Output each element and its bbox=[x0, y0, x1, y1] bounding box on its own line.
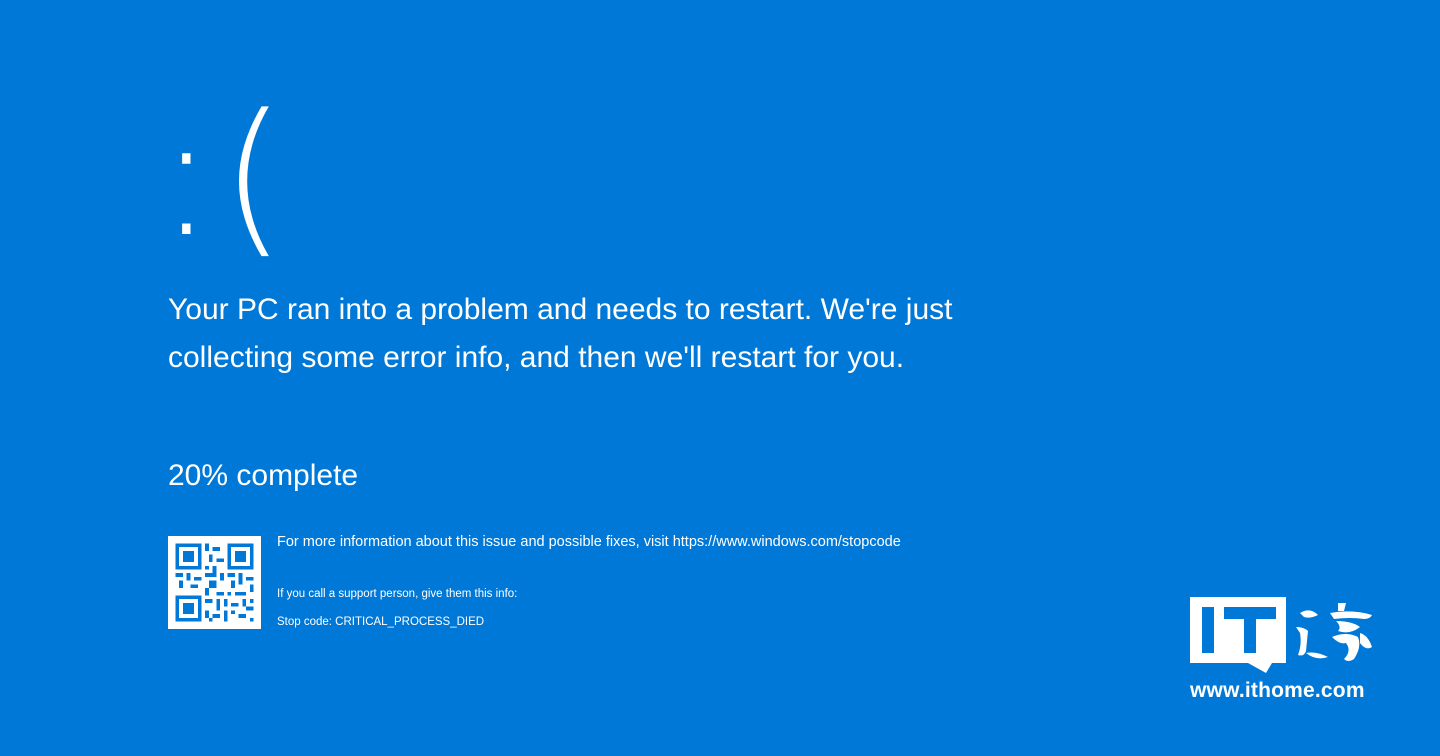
more-info-text: For more information about this issue an… bbox=[277, 534, 901, 550]
sad-face-emoticon: :( bbox=[158, 78, 293, 274]
ithome-logo-icon bbox=[1190, 597, 1372, 673]
progress-text: 20% complete bbox=[168, 459, 359, 492]
info-block: For more information about this issue an… bbox=[277, 533, 1037, 628]
error-message: Your PC ran into a problem and needs to … bbox=[168, 293, 953, 374]
ithome-url: www.ithome.com bbox=[1190, 679, 1365, 702]
support-text: If you call a support person, give them … bbox=[277, 588, 518, 600]
stop-code-text: Stop code: CRITICAL_PROCESS_DIED bbox=[277, 616, 485, 628]
qr-code-icon bbox=[168, 536, 261, 629]
ithome-watermark: www.ithome.com bbox=[1188, 595, 1388, 710]
bsod-screen: :( Your PC ran into a problem and needs … bbox=[0, 0, 1440, 756]
